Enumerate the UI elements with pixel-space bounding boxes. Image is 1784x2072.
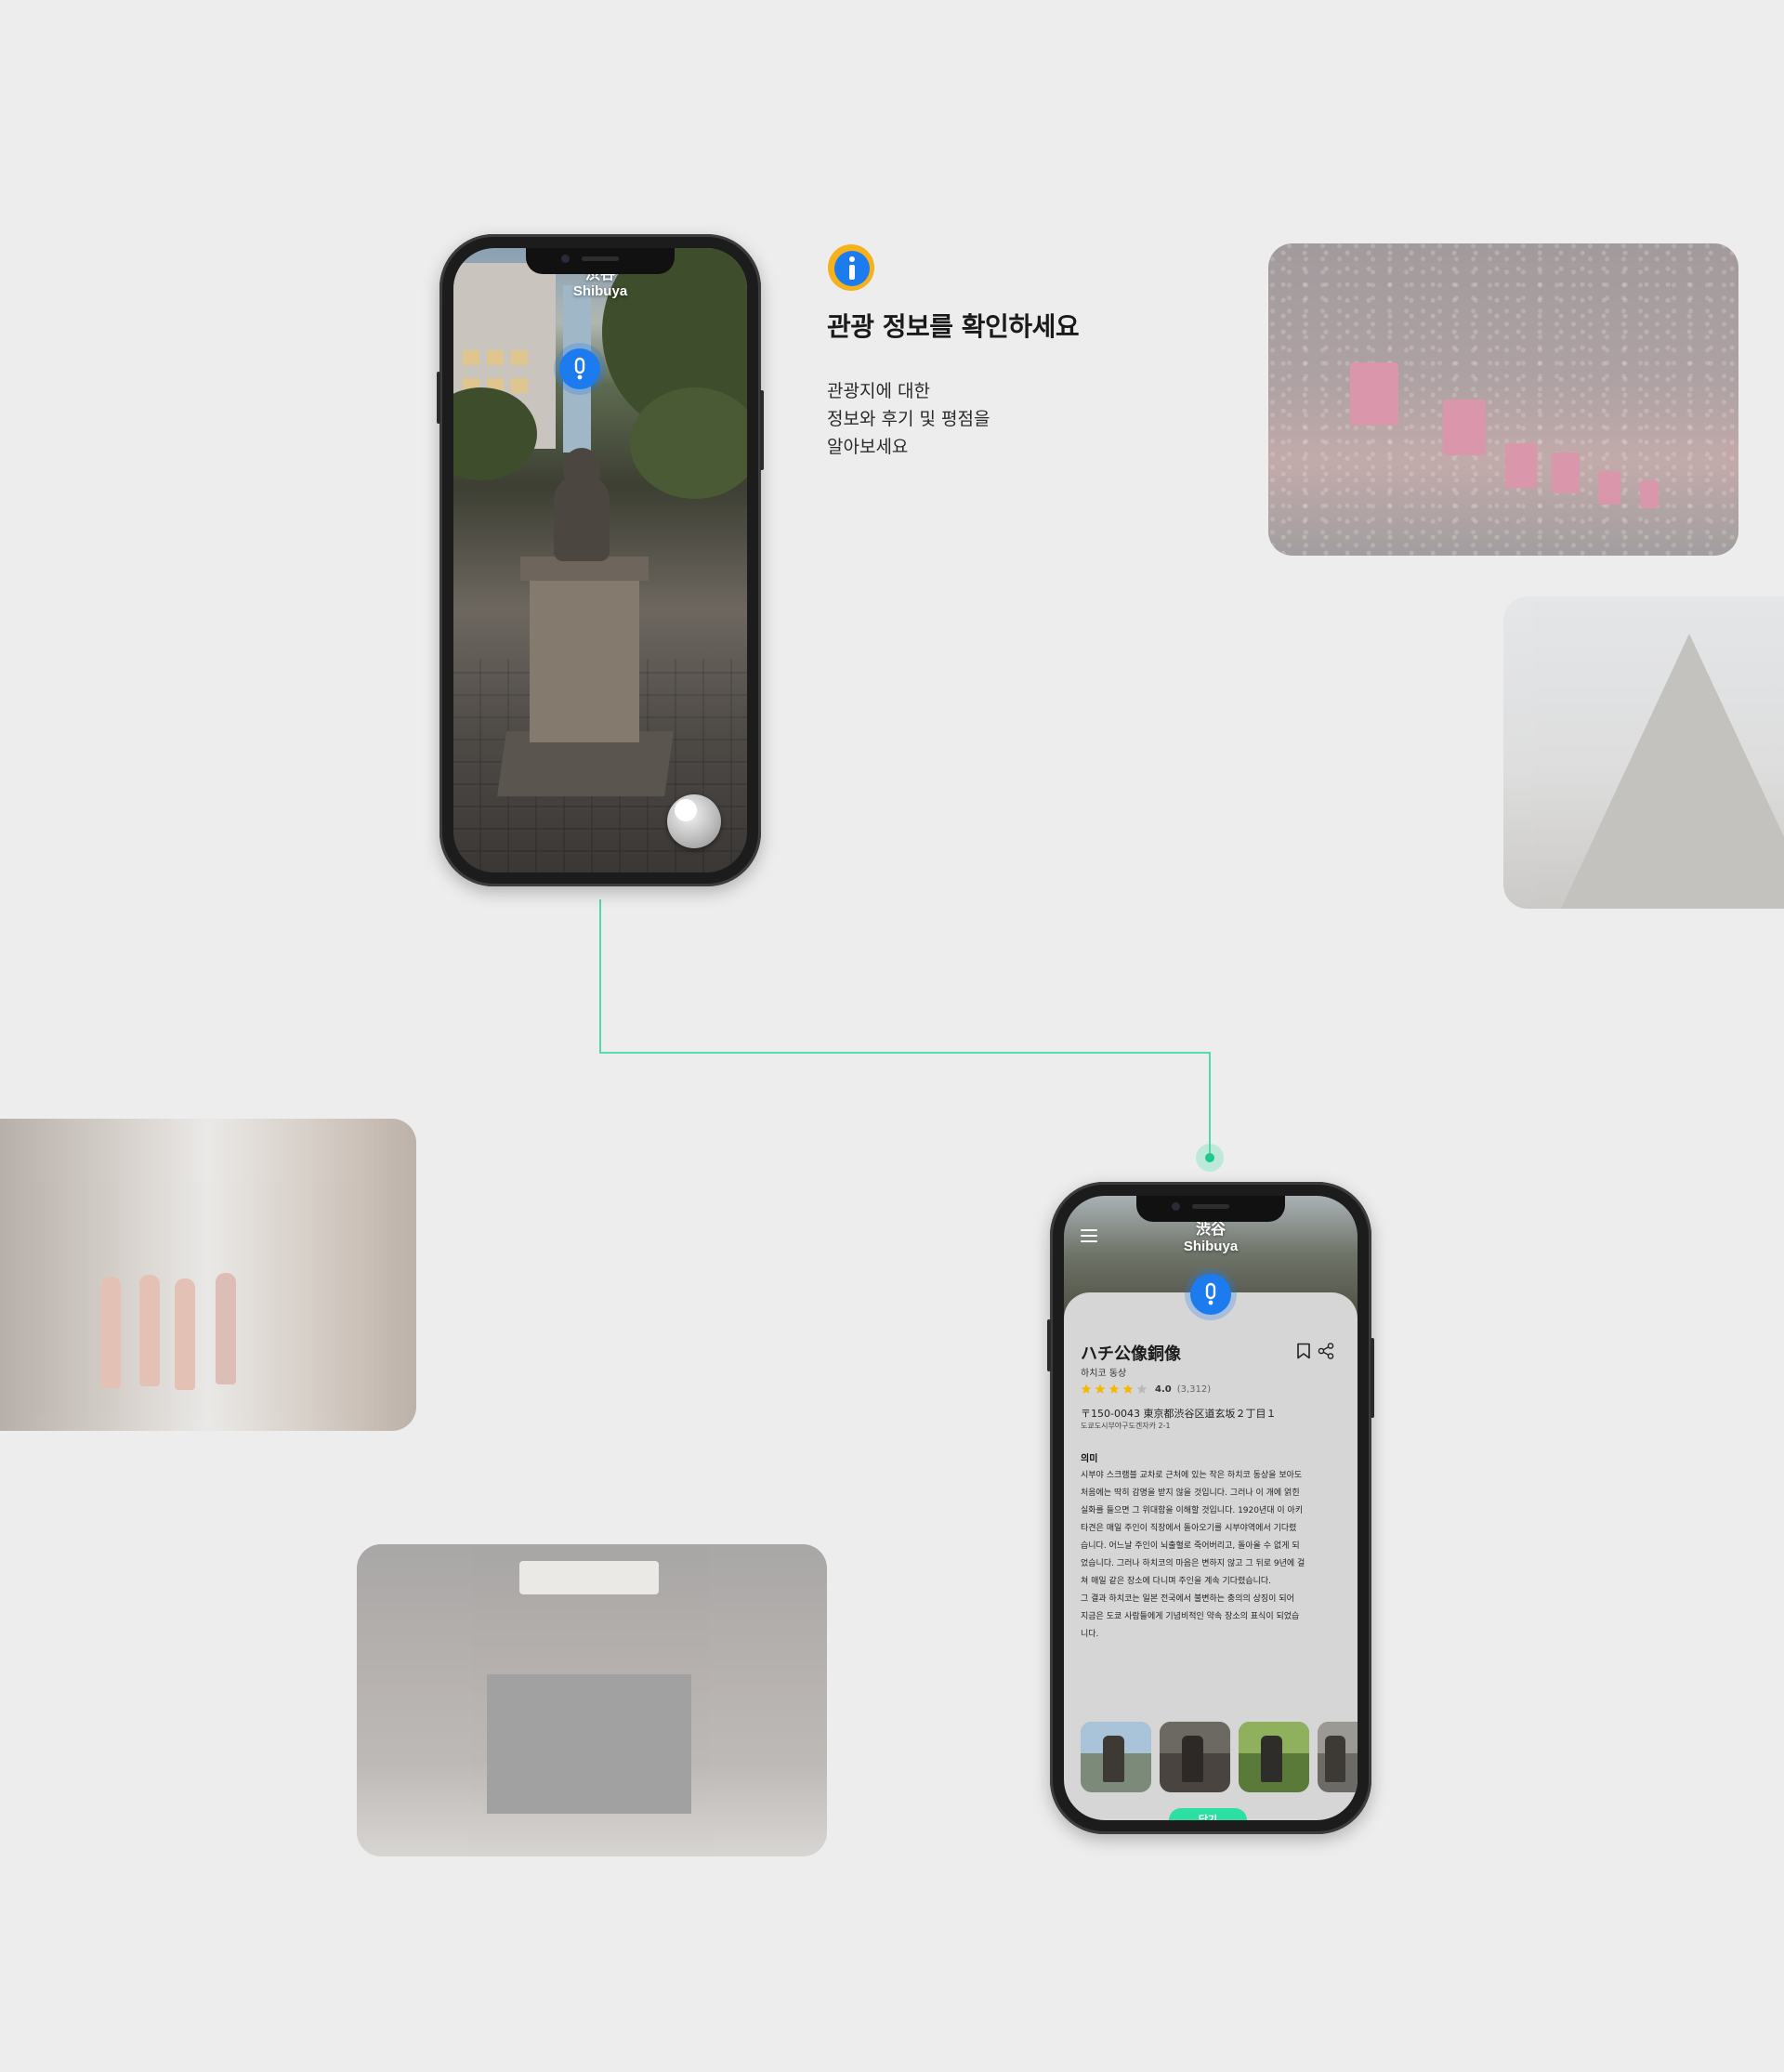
- phone-detail-view: 渋谷 Shibuya ハチ公像銅像 하치코 동상 4.0 (3,312) 〒15…: [1047, 1182, 1374, 1834]
- background-photo-temple: [1503, 597, 1784, 909]
- phone-camera-view: 渋谷 Shibuya: [437, 234, 764, 886]
- share-icon[interactable]: [1318, 1343, 1334, 1359]
- gallery-photo[interactable]: [1081, 1722, 1151, 1792]
- rating-row: 4.0 (3,312): [1081, 1384, 1211, 1395]
- background-photo-shop: [357, 1544, 827, 1856]
- landmark-pin-button[interactable]: [559, 348, 600, 389]
- landmark-title: ハチ公像銅像: [1081, 1344, 1181, 1364]
- bookmark-icon[interactable]: [1296, 1343, 1311, 1359]
- info-title: 관광 정보를 확인하세요: [827, 311, 1080, 342]
- close-button[interactable]: 닫기: [1169, 1808, 1247, 1820]
- rating-stars: [1081, 1384, 1148, 1395]
- info-icon: [828, 244, 874, 291]
- gallery-photo[interactable]: [1239, 1722, 1309, 1792]
- hamburger-menu-icon[interactable]: [1081, 1229, 1097, 1244]
- shutter-button[interactable]: [667, 794, 721, 848]
- section-title-meaning: 의미: [1081, 1454, 1098, 1464]
- exclamation-icon: [1205, 1282, 1216, 1305]
- gallery-photo[interactable]: [1160, 1722, 1230, 1792]
- camera-screen: 渋谷 Shibuya: [453, 248, 747, 872]
- landmark-subtitle: 하치코 동상: [1081, 1369, 1127, 1379]
- star-icon: [1122, 1384, 1134, 1394]
- address-korean: 도쿄도시부야구도겐자카 2-1: [1081, 1422, 1171, 1430]
- background-photo-lanterns: [1268, 243, 1738, 556]
- star-icon: [1095, 1384, 1106, 1394]
- address: 〒150-0043 東京都渋谷区道玄坂２丁目１: [1081, 1408, 1277, 1420]
- landmark-info-sheet: ハチ公像銅像 하치코 동상 4.0 (3,312) 〒150-0043 東京都渋…: [1064, 1292, 1358, 1820]
- exclamation-icon: [574, 357, 585, 380]
- rating-value: 4.0: [1155, 1384, 1172, 1395]
- background-photo-alley: [0, 1119, 416, 1431]
- rating-count: (3,312): [1176, 1384, 1212, 1395]
- star-icon: [1108, 1384, 1120, 1394]
- detail-screen: 渋谷 Shibuya ハチ公像銅像 하치코 동상 4.0 (3,312) 〒15…: [1064, 1196, 1358, 1820]
- detail-location-jp: 渋谷: [1195, 1222, 1226, 1238]
- detail-landmark-pin[interactable]: [1190, 1274, 1231, 1315]
- location-label-en: Shibuya: [572, 283, 628, 299]
- detail-location-label: 渋谷 Shibuya: [1064, 1222, 1358, 1255]
- photo-gallery[interactable]: [1081, 1722, 1358, 1792]
- gallery-photo[interactable]: [1318, 1722, 1358, 1792]
- info-body: 관광지에 대한 정보와 후기 및 평점을 알아보세요: [827, 381, 990, 457]
- landmark-description: 시부야 스크램블 교차로 근처에 있는 작은 하치코 동상을 보아도 처음에는 …: [1081, 1471, 1305, 1639]
- star-icon: [1081, 1384, 1092, 1394]
- detail-location-en: Shibuya: [1183, 1239, 1239, 1254]
- star-icon: [1136, 1384, 1148, 1394]
- camera-feed: [453, 248, 747, 872]
